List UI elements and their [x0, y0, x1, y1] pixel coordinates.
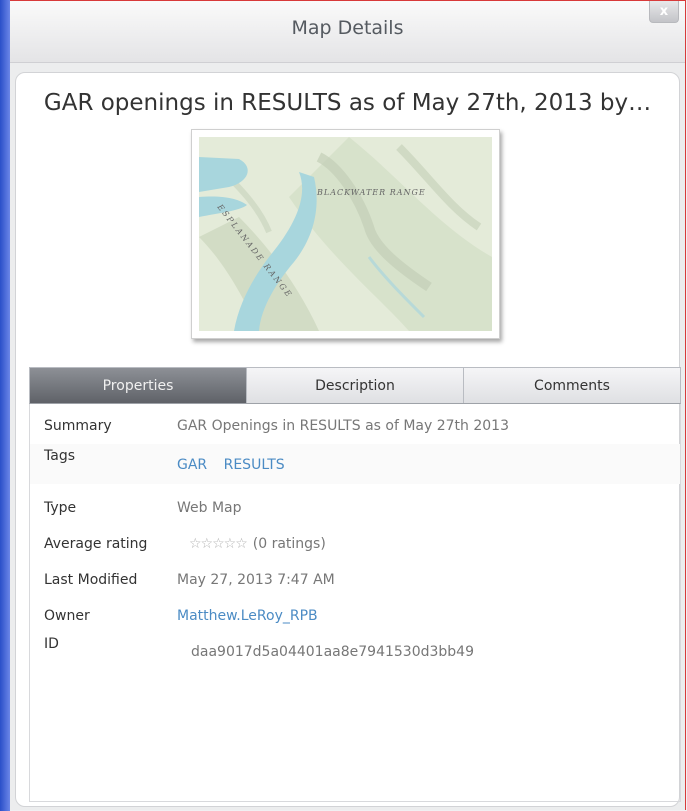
- summary-label: Summary: [44, 418, 112, 434]
- tags-row: Tags GAR RESULTS: [30, 444, 680, 484]
- id-row: ID daa9017d5a04401aa8e7941530d3bb49: [30, 634, 680, 674]
- star-rating-icon[interactable]: ☆☆☆☆☆: [189, 536, 248, 552]
- modified-value: May 27, 2013 7:47 AM: [177, 572, 335, 588]
- close-icon: x: [659, 4, 669, 19]
- tags-label: Tags: [44, 448, 75, 464]
- dialog-titlebar: Map Details x: [10, 1, 685, 63]
- owner-link[interactable]: Matthew.LeRoy_RPB: [177, 608, 318, 624]
- id-value: daa9017d5a04401aa8e7941530d3bb49: [191, 644, 474, 660]
- close-button[interactable]: x: [649, 1, 679, 23]
- type-value: Web Map: [177, 500, 242, 516]
- summary-row: Summary GAR Openings in RESULTS as of Ma…: [30, 408, 680, 444]
- modified-row: Last Modified May 27, 2013 7:47 AM: [30, 562, 680, 598]
- details-tabs: Properties Description Comments: [29, 367, 681, 404]
- tab-comments[interactable]: Comments: [463, 368, 680, 403]
- rating-value: ☆☆☆☆☆ (0 ratings): [189, 536, 326, 552]
- dialog-title: Map Details: [291, 16, 404, 39]
- type-row: Type Web Map: [30, 490, 680, 526]
- map-thumbnail-image: BLACKWATER RANGE ESPLANADE RANGE: [199, 137, 492, 331]
- ratings-count: (0 ratings): [252, 536, 326, 552]
- modified-label: Last Modified: [44, 572, 138, 588]
- owner-label: Owner: [44, 608, 90, 624]
- item-title: GAR openings in RESULTS as of May 27th, …: [43, 90, 652, 116]
- summary-value: GAR Openings in RESULTS as of May 27th 2…: [177, 418, 509, 434]
- tags-value: GAR RESULTS: [177, 457, 297, 473]
- map-thumbnail[interactable]: BLACKWATER RANGE ESPLANADE RANGE: [191, 129, 500, 339]
- tag-link-results[interactable]: RESULTS: [224, 457, 285, 473]
- tag-link-gar[interactable]: GAR: [177, 457, 207, 473]
- map-label-blackwater: BLACKWATER RANGE: [316, 188, 426, 197]
- window-edge: [0, 0, 10, 811]
- id-label: ID: [44, 636, 59, 652]
- owner-row: Owner Matthew.LeRoy_RPB: [30, 598, 680, 634]
- tab-description[interactable]: Description: [246, 368, 463, 403]
- rating-label: Average rating: [44, 536, 148, 552]
- map-details-dialog: Map Details x GAR openings in RESULTS as…: [10, 0, 686, 810]
- details-panel: GAR openings in RESULTS as of May 27th, …: [15, 72, 681, 807]
- type-label: Type: [44, 500, 77, 516]
- tab-properties[interactable]: Properties: [30, 368, 246, 403]
- rating-row: Average rating ☆☆☆☆☆ (0 ratings): [30, 526, 680, 562]
- properties-table: Summary GAR Openings in RESULTS as of Ma…: [29, 404, 681, 802]
